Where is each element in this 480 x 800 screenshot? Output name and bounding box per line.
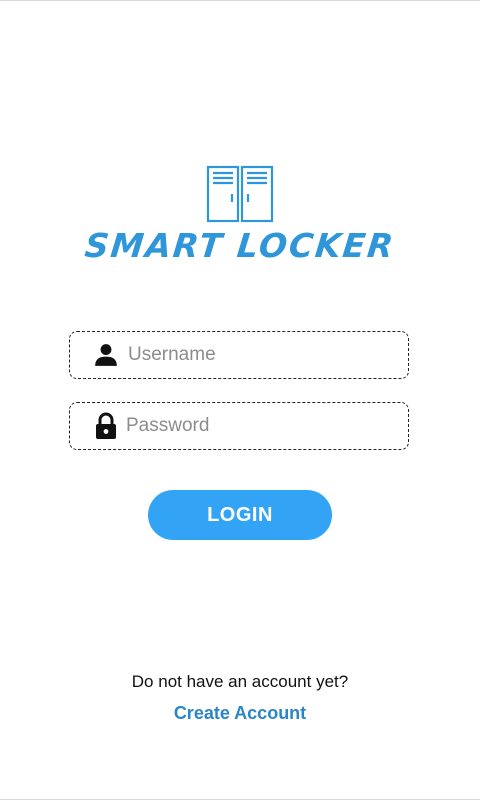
password-field[interactable] (69, 402, 409, 450)
username-input[interactable] (128, 344, 378, 366)
status-divider (0, 0, 480, 1)
password-input[interactable] (126, 415, 376, 437)
no-account-prompt: Do not have an account yet? (131, 672, 349, 691)
login-button[interactable]: LOGIN (148, 490, 332, 540)
app-title: SMART LOCKER (83, 226, 397, 265)
lock-icon (92, 412, 120, 440)
locker-icon (206, 165, 274, 223)
username-field[interactable] (69, 331, 409, 379)
user-icon (92, 341, 120, 369)
create-account-link[interactable]: Create Account (0, 703, 480, 724)
